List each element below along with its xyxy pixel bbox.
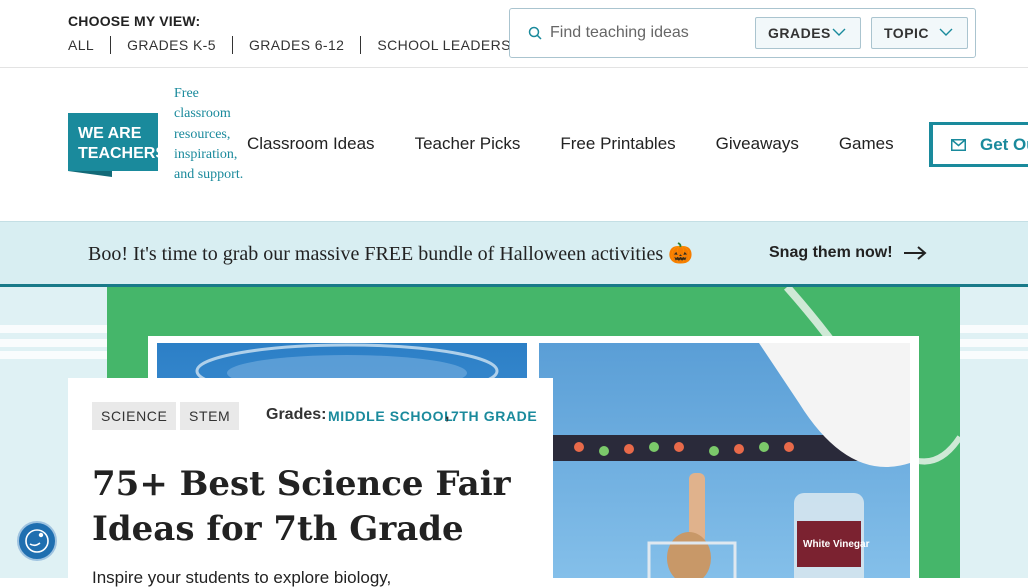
tag-science[interactable]: SCIENCE — [92, 402, 177, 430]
newsletter-button[interactable]: Get Our — [929, 122, 1028, 167]
site-header: WE ARE TEACHERS Free classroom resources… — [0, 68, 1028, 221]
nav-games[interactable]: Games — [839, 134, 894, 154]
grades-dropdown-label: GRADES — [768, 25, 831, 41]
view-link-all[interactable]: ALL — [68, 36, 110, 54]
nav-classroom-ideas[interactable]: Classroom Ideas — [247, 134, 375, 154]
newsletter-button-label: Get Our — [980, 134, 1028, 154]
topic-dropdown[interactable]: TOPIC — [871, 17, 968, 49]
grade-link-7th-grade[interactable]: 7TH GRADE — [451, 408, 537, 424]
topic-dropdown-label: TOPIC — [884, 25, 930, 41]
main-nav: Classroom Ideas Teacher Picks Free Print… — [247, 134, 934, 154]
view-link-grades-k-5[interactable]: GRADES K-5 — [110, 36, 232, 54]
search-input[interactable] — [550, 18, 750, 48]
hero-photo-right: White Vinegar — [539, 343, 910, 578]
tag-stem[interactable]: STEM — [180, 402, 240, 430]
nav-teacher-picks[interactable]: Teacher Picks — [415, 134, 521, 154]
choose-view-label: CHOOSE MY VIEW: — [68, 13, 201, 29]
grade-link-middle-school[interactable]: MIDDLE SCHOOL — [328, 408, 453, 424]
nav-giveaways[interactable]: Giveaways — [716, 134, 799, 154]
article-title: 75+ Best Science Fair Ideas for 7th Grad… — [92, 464, 511, 549]
grades-dropdown[interactable]: GRADES — [755, 17, 861, 49]
promo-banner: Boo! It's time to grab our massive FREE … — [0, 221, 1028, 287]
view-link-school-leaders[interactable]: SCHOOL LEADERS — [360, 36, 526, 54]
nav-free-printables[interactable]: Free Printables — [560, 134, 675, 154]
grade-separator: , — [445, 406, 450, 423]
article-card: SCIENCE STEM Grades: MIDDLE SCHOOL , 7TH… — [68, 378, 553, 588]
mail-icon — [951, 138, 966, 151]
grades-label: Grades: — [266, 406, 327, 423]
search-icon[interactable] — [528, 26, 542, 40]
experiment-graphic: White Vinegar — [539, 343, 910, 578]
arrow-right-icon — [903, 246, 927, 260]
logo-text-line2: TEACHERS — [78, 145, 158, 162]
article-subtitle: Inspire your students to explore biology… — [92, 568, 392, 587]
accessibility-icon — [25, 529, 49, 553]
promo-text: Boo! It's time to grab our massive FREE … — [88, 243, 694, 265]
accessibility-button[interactable] — [17, 521, 57, 561]
search-bar: GRADES TOPIC — [509, 8, 976, 58]
site-logo[interactable]: WE ARE TEACHERS — [68, 113, 158, 177]
view-links: ALL GRADES K-5 GRADES 6-12 SCHOOL LEADER… — [68, 36, 527, 54]
chevron-down-icon — [939, 28, 953, 36]
promo-link[interactable]: Snag them now! — [769, 244, 927, 262]
view-link-grades-6-12[interactable]: GRADES 6-12 — [231, 36, 360, 54]
tagline: Free classroom resources, inspiration, a… — [174, 86, 244, 183]
utility-bar: CHOOSE MY VIEW: ALL GRADES K-5 GRADES 6-… — [0, 0, 1028, 68]
promo-link-label: Snag them now! — [769, 244, 893, 261]
logo-text-line1: WE ARE — [78, 125, 142, 142]
bottle-label: White Vinegar — [803, 539, 870, 550]
chevron-down-icon — [832, 28, 846, 36]
